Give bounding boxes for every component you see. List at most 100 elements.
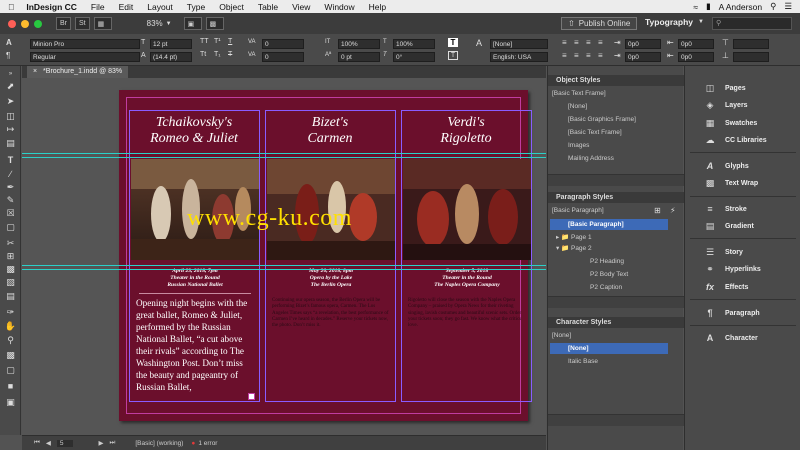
- apply-color-icon[interactable]: ■: [4, 380, 17, 392]
- arrange-documents-button[interactable]: ▩: [205, 17, 224, 30]
- pencil-tool-icon[interactable]: ✎: [4, 194, 17, 206]
- leading-field[interactable]: (14.4 pt): [150, 52, 192, 62]
- rectangle-frame-tool-icon[interactable]: ☒: [4, 207, 17, 219]
- menu-file[interactable]: File: [84, 2, 112, 12]
- eyedropper-tool-icon[interactable]: ✑: [4, 306, 17, 318]
- content-collector-icon[interactable]: ▤: [4, 137, 17, 149]
- ruler-guide-1[interactable]: [22, 153, 546, 154]
- align-left-icon[interactable]: ≡: [562, 38, 567, 47]
- dock-gradient[interactable]: ▤ Gradient: [685, 218, 800, 234]
- spotlight-icon[interactable]: ⚲: [770, 1, 776, 12]
- selection-tool-icon[interactable]: ⬈: [4, 80, 17, 92]
- stock-button[interactable]: St: [75, 17, 90, 30]
- collapse-arrow-icon[interactable]: ▾: [556, 245, 559, 252]
- pen-tool-icon[interactable]: ✒: [4, 181, 17, 193]
- column-2-caption[interactable]: May 20, 2018, 8pm Opera by the Lake The …: [267, 268, 395, 289]
- notifications-icon[interactable]: ☰: [784, 1, 792, 12]
- left-indent-field[interactable]: 0p0: [625, 39, 661, 49]
- gap-tool-icon[interactable]: ↦: [4, 123, 17, 135]
- menu-window[interactable]: Window: [317, 2, 361, 12]
- scissors-tool-icon[interactable]: ✂: [4, 237, 17, 249]
- column-1-caption[interactable]: April 23, 2018, 7pm Theater in the Round…: [131, 268, 259, 289]
- justify-icon[interactable]: ≡: [598, 38, 603, 47]
- dock-hyperlinks[interactable]: ⚭ Hyperlinks: [685, 261, 800, 277]
- character-styles-panel-header[interactable]: Character Styles: [548, 317, 684, 328]
- ruler-guide-2[interactable]: [22, 157, 546, 158]
- brochure-page[interactable]: Tchaikovsky's Romeo & Juliet Bizet's Car…: [119, 90, 532, 421]
- align-right-icon[interactable]: ≡: [586, 38, 591, 47]
- document-tab[interactable]: × *Brochure_1.indd @ 83%: [27, 66, 129, 78]
- menu-edit[interactable]: Edit: [112, 2, 141, 12]
- object-style-item[interactable]: Images: [550, 140, 668, 151]
- battery-icon[interactable]: ▮: [706, 1, 711, 12]
- justify-last-icon[interactable]: ≡: [562, 51, 567, 60]
- tracking-field[interactable]: 0: [262, 52, 304, 62]
- zoom-dropdown-icon[interactable]: ▼: [166, 21, 172, 27]
- zoom-level[interactable]: 83%: [147, 19, 163, 28]
- document-canvas[interactable]: Tchaikovsky's Romeo & Juliet Bizet's Car…: [22, 78, 546, 435]
- ruler-guide-3[interactable]: [22, 265, 546, 266]
- photo-rigoletto[interactable]: [403, 159, 531, 260]
- collapse-tools-icon[interactable]: »: [4, 68, 17, 80]
- gradient-feather-tool-icon[interactable]: ▧: [4, 276, 17, 288]
- object-style-item[interactable]: [None]: [550, 101, 668, 112]
- object-style-item[interactable]: [Basic Graphics Frame]: [550, 114, 668, 125]
- last-line-indent-field[interactable]: 0p0: [678, 52, 714, 62]
- align-away-spine-icon[interactable]: ≡: [598, 51, 603, 60]
- menu-object[interactable]: Object: [212, 2, 251, 12]
- superscript-icon[interactable]: T¹: [214, 38, 221, 45]
- vertical-scale-field[interactable]: 100%: [338, 39, 380, 49]
- justify-all-icon[interactable]: ≡: [574, 51, 579, 60]
- baseline-shift-field[interactable]: 0 pt: [338, 52, 380, 62]
- apple-icon[interactable]: : [0, 2, 18, 12]
- dock-pages[interactable]: ◫ Pages: [685, 80, 800, 96]
- lightning-icon[interactable]: ⚡: [670, 206, 676, 215]
- zoom-tool-icon[interactable]: ⚲: [4, 334, 17, 346]
- paragraph-style-item[interactable]: P2 Heading: [550, 256, 668, 267]
- strikethrough-icon[interactable]: T: [228, 51, 232, 58]
- ruler-guide-4[interactable]: [22, 269, 546, 270]
- dock-cc-libraries[interactable]: ☁ CC Libraries: [685, 132, 800, 148]
- new-style-group-icon[interactable]: ⊞: [654, 206, 661, 215]
- kerning-field[interactable]: 0: [262, 39, 304, 49]
- menu-view[interactable]: View: [285, 2, 317, 12]
- menu-type[interactable]: Type: [180, 2, 212, 12]
- page-number-field[interactable]: 5: [56, 439, 74, 447]
- publish-online-button[interactable]: ⇧ Publish Online: [561, 17, 638, 30]
- align-center-icon[interactable]: ≡: [574, 38, 579, 47]
- expand-arrow-icon[interactable]: ▸: [556, 234, 559, 241]
- font-style-field[interactable]: Regular: [30, 52, 140, 62]
- dock-text-wrap[interactable]: ▩ Text Wrap: [685, 175, 800, 191]
- gradient-swatch-tool-icon[interactable]: ▩: [4, 263, 17, 275]
- right-indent-field[interactable]: 0p0: [678, 39, 714, 49]
- first-line-indent-field[interactable]: 0p0: [625, 52, 661, 62]
- dock-character[interactable]: A Character: [685, 330, 800, 346]
- first-page-icon[interactable]: ⏮: [34, 439, 40, 447]
- close-tab-icon[interactable]: ×: [33, 68, 37, 75]
- column-1-title[interactable]: Tchaikovsky's Romeo & Juliet: [130, 115, 258, 147]
- next-page-icon[interactable]: ▶: [98, 439, 103, 447]
- hand-tool-icon[interactable]: ✋: [4, 320, 17, 332]
- dock-glyphs[interactable]: A Glyphs: [685, 158, 800, 174]
- dock-story[interactable]: ☰ Story: [685, 244, 800, 260]
- text-stroke-icon[interactable]: T: [448, 51, 458, 60]
- help-search-input[interactable]: ⚲: [712, 17, 792, 30]
- dock-stroke[interactable]: ≡ Stroke: [685, 201, 800, 217]
- font-size-field[interactable]: 12 pt: [150, 39, 192, 49]
- menu-layout[interactable]: Layout: [140, 2, 180, 12]
- horizontal-scale-field[interactable]: 100%: [393, 39, 435, 49]
- paragraph-style-group-page-2[interactable]: ▾ 📁 Page 2: [550, 243, 668, 254]
- rectangle-tool-icon[interactable]: ▢: [4, 221, 17, 233]
- menu-help[interactable]: Help: [362, 2, 393, 12]
- last-page-icon[interactable]: ⏭: [109, 439, 115, 447]
- text-fill-icon[interactable]: T: [448, 38, 458, 47]
- object-style-item[interactable]: [Basic Text Frame]: [550, 127, 668, 138]
- close-window-button[interactable]: [8, 19, 16, 28]
- wifi-icon[interactable]: ≈: [693, 2, 698, 12]
- character-style-field[interactable]: [None]: [490, 39, 548, 49]
- app-menu[interactable]: InDesign CC: [18, 2, 84, 12]
- column-1-body-text[interactable]: Opening night begins with the great ball…: [136, 297, 251, 393]
- prev-page-icon[interactable]: ◀: [46, 439, 51, 447]
- fill-stroke-swatch-icon[interactable]: ▩: [4, 349, 17, 361]
- small-caps-icon[interactable]: Tt: [200, 51, 206, 58]
